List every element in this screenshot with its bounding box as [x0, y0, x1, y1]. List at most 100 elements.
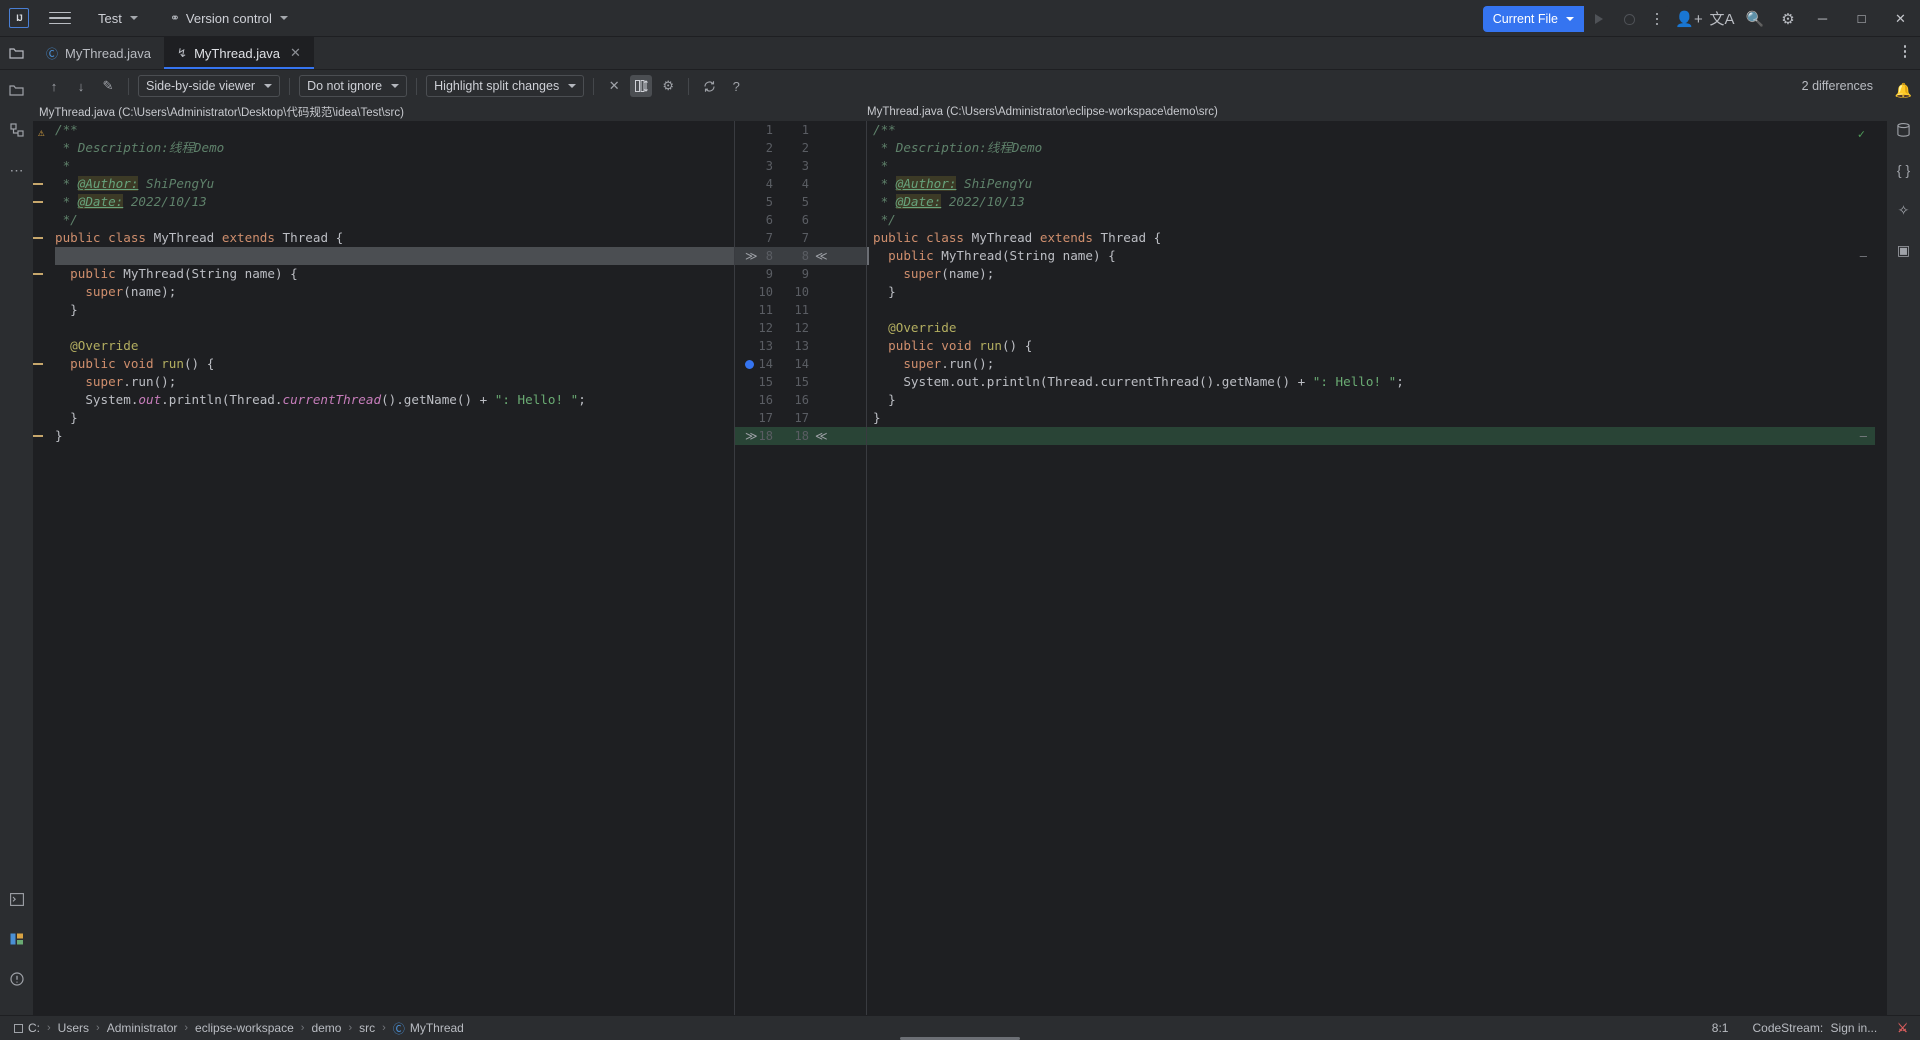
tab-mythread-diff[interactable]: ↯ MyThread.java ✕	[164, 37, 314, 69]
gutter-line[interactable]: 13 13	[735, 337, 867, 355]
code-line[interactable]: }	[33, 427, 735, 445]
code-line[interactable]: @Override	[867, 319, 1887, 337]
gutter-line[interactable]: 77	[735, 229, 867, 247]
code-line[interactable]: public MyThread(String name) {	[33, 265, 735, 283]
notifications-bell-icon[interactable]: 🔔	[1893, 79, 1915, 101]
gutter-line[interactable]: 44	[735, 175, 867, 193]
code-line[interactable]: public void run() {	[867, 337, 1887, 355]
gutter-line[interactable]: 15 15	[735, 373, 867, 391]
accept-left-arrow-icon[interactable]: ≫	[745, 427, 758, 445]
previous-difference-button[interactable]: ↑	[43, 75, 65, 97]
gutter-line[interactable]: 99	[735, 265, 867, 283]
code-line[interactable]: /** ✓	[867, 121, 1887, 141]
code-line[interactable]: super.run();	[33, 373, 735, 391]
ignore-policy-dropdown[interactable]: Do not ignore	[299, 75, 408, 97]
gutter-line[interactable]: 66	[735, 211, 867, 229]
gutter-line[interactable]: 14 14	[735, 355, 867, 373]
accept-left-arrow-icon[interactable]: ≫	[745, 247, 758, 265]
close-icon[interactable]: ✕	[290, 45, 301, 61]
gear-icon[interactable]: ⚙	[657, 75, 679, 97]
sync-scroll-icon[interactable]	[698, 75, 720, 97]
minimize-button[interactable]: ─	[1803, 0, 1842, 37]
code-line[interactable]: super.run();	[867, 355, 1887, 373]
code-line[interactable]: —	[867, 427, 1887, 445]
breadcrumb-item[interactable]: demo	[306, 1020, 346, 1036]
code-line[interactable]: }	[867, 283, 1887, 301]
ai-assistant-icon[interactable]: ✧	[1893, 199, 1915, 221]
bookmark-icon[interactable]	[745, 360, 754, 369]
version-control-menu[interactable]: ⚭ Version control	[165, 8, 293, 29]
code-line[interactable]: }	[867, 409, 1887, 427]
gutter-line[interactable]: 10 10	[735, 283, 867, 301]
structure-icon[interactable]	[6, 119, 28, 141]
codestream-status[interactable]: CodeStream: Sign in...	[1748, 1020, 1881, 1036]
settings-gear-icon[interactable]: ⚙	[1774, 5, 1802, 33]
caret-position[interactable]: 8:1	[1708, 1020, 1733, 1036]
problems-icon[interactable]	[6, 968, 28, 990]
code-line[interactable]: * @Date: 2022/10/13	[867, 193, 1887, 211]
code-line[interactable]: ⚠/**	[33, 121, 735, 139]
code-line[interactable]: super(name);	[33, 283, 735, 301]
code-line[interactable]: */	[33, 211, 735, 229]
more-tools-icon[interactable]: ⋯	[6, 159, 28, 181]
code-line[interactable]: public class MyThread extends Thread {	[33, 229, 735, 247]
gutter-line[interactable]: 18 18 ≫ ≪	[735, 427, 867, 445]
code-line[interactable]: * @Date: 2022/10/13	[33, 193, 735, 211]
tab-mythread-left[interactable]: Ⓒ MyThread.java	[33, 37, 164, 69]
highlight-mode-dropdown[interactable]: Highlight split changes	[426, 75, 585, 97]
help-icon[interactable]: ?	[725, 75, 747, 97]
accept-right-arrow-icon[interactable]: ≪	[815, 247, 828, 265]
code-line[interactable]: }	[33, 409, 735, 427]
breadcrumb-item[interactable]: C:	[9, 1020, 45, 1036]
code-line[interactable]: public MyThread(String name) {—	[867, 247, 1887, 265]
services-icon[interactable]	[6, 928, 28, 950]
code-line[interactable]	[33, 319, 735, 337]
project-folder-icon[interactable]	[6, 79, 28, 101]
gutter-line[interactable]: 33	[735, 157, 867, 175]
translate-icon[interactable]: 文A	[1708, 5, 1736, 33]
run-configuration-selector[interactable]: Current File	[1482, 6, 1584, 32]
code-line[interactable]	[33, 247, 735, 265]
gutter-line[interactable]: 16 16	[735, 391, 867, 409]
code-line[interactable]: public void run() {	[33, 355, 735, 373]
gradle-icon[interactable]: { }	[1893, 159, 1915, 181]
code-line[interactable]: *	[33, 157, 735, 175]
gutter-line[interactable]: 11	[735, 121, 867, 139]
code-line[interactable]: */	[867, 211, 1887, 229]
breadcrumb-item[interactable]: src	[354, 1020, 380, 1036]
add-user-icon[interactable]: 👤+	[1675, 5, 1703, 33]
codestream-signin-link[interactable]: Sign in...	[1831, 1021, 1878, 1035]
gutter-line[interactable]: 12 12	[735, 319, 867, 337]
code-line[interactable]: System.out.println(Thread.currentThread(…	[33, 391, 735, 409]
breadcrumb-item[interactable]: Ⓒ MyThread	[388, 1019, 469, 1038]
close-button[interactable]: ✕	[1881, 0, 1920, 37]
split-columns-icon[interactable]	[630, 75, 653, 97]
breadcrumb-item[interactable]: eclipse-workspace	[190, 1020, 299, 1036]
code-line[interactable]: *	[867, 157, 1887, 175]
gutter-line[interactable]: 55	[735, 193, 867, 211]
code-line[interactable]: @Override	[33, 337, 735, 355]
translation-icon[interactable]: ▣	[1893, 239, 1915, 261]
code-line[interactable]: public class MyThread extends Thread {	[867, 229, 1887, 247]
project-menu[interactable]: Test	[93, 8, 143, 29]
project-tool-icon[interactable]	[0, 37, 33, 69]
edit-pencil-icon[interactable]: ✎	[97, 75, 119, 97]
viewer-mode-dropdown[interactable]: Side-by-side viewer	[138, 75, 281, 97]
code-line[interactable]: * @Author: ShiPengYu	[867, 175, 1887, 193]
accept-right-arrow-icon[interactable]: ≪	[815, 427, 828, 445]
code-line[interactable]: * @Author: ShiPengYu	[33, 175, 735, 193]
left-editor-pane[interactable]: ⚠/** * Description:线程Demo * * @Author: S…	[33, 121, 735, 1040]
gutter-line[interactable]: 8 8 ≫ ≪	[735, 247, 867, 265]
breadcrumb-item[interactable]: Administrator	[102, 1020, 183, 1036]
debug-button[interactable]	[1614, 6, 1644, 32]
breadcrumb-item[interactable]: Users	[53, 1020, 94, 1036]
more-run-options-button[interactable]	[1644, 6, 1670, 32]
gutter-line[interactable]: 22	[735, 139, 867, 157]
next-difference-button[interactable]: ↓	[70, 75, 92, 97]
code-line[interactable]: * Description:线程Demo	[33, 139, 735, 157]
tab-options-button[interactable]	[1903, 45, 1906, 58]
code-line[interactable]	[867, 301, 1887, 319]
diff-gutter[interactable]: 1 1 2 2 3 3 4 4 5 5 6 6 7 7 8 8 ≫ ≪ 9 9 10 10 11 11 12 12 13 13 14 14…	[735, 121, 867, 1040]
gutter-line[interactable]: 11 11	[735, 301, 867, 319]
code-line[interactable]: super(name);	[867, 265, 1887, 283]
